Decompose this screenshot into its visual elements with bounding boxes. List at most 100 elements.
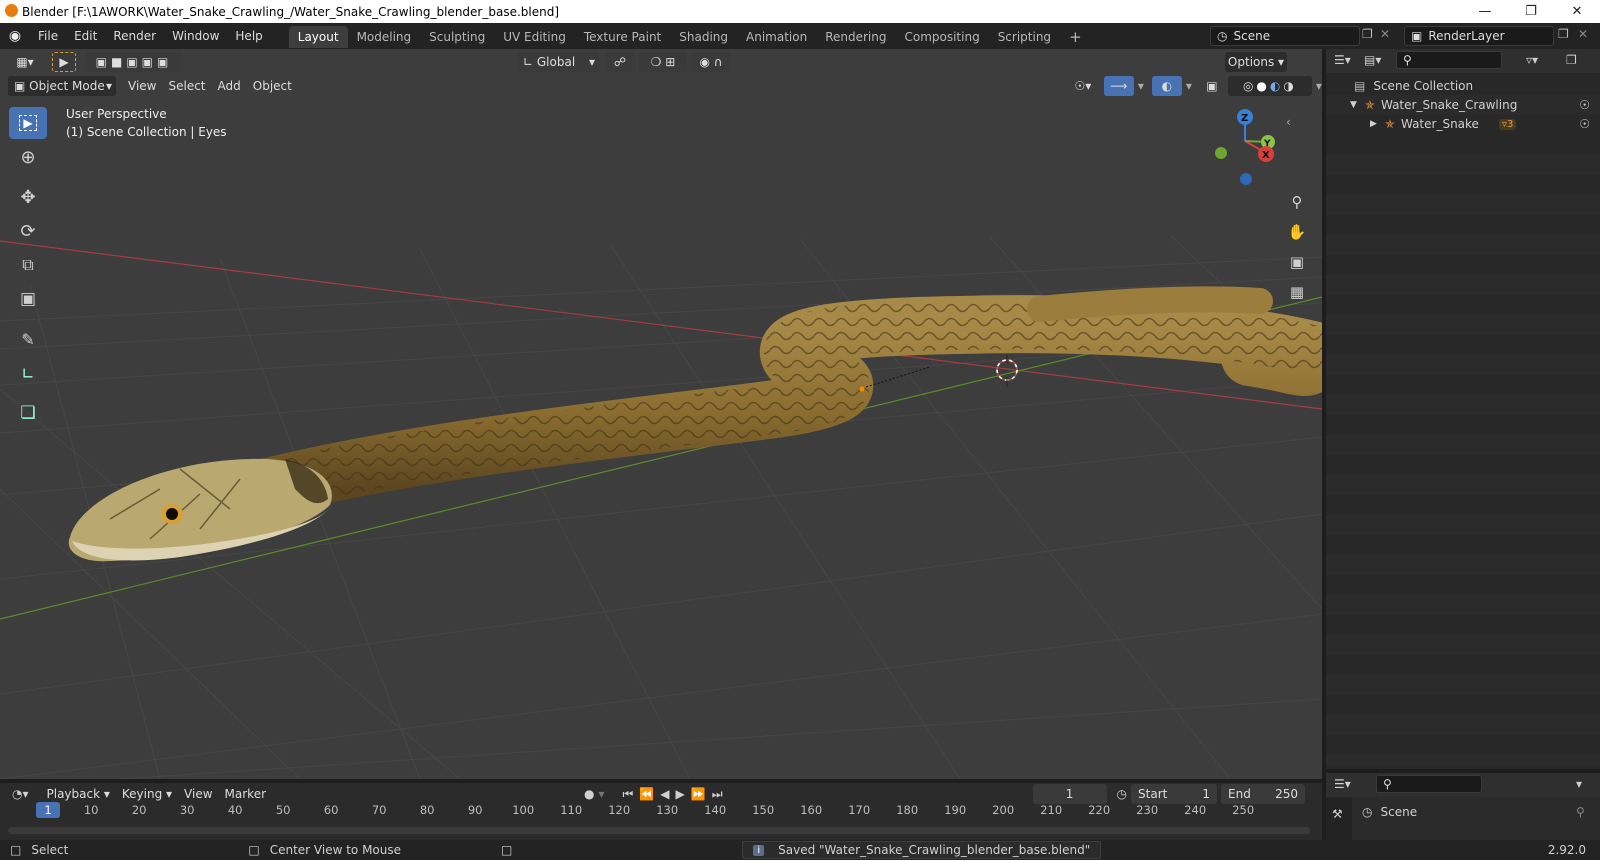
tab-scripting[interactable]: Scripting	[989, 26, 1060, 48]
menu-edit[interactable]: Edit	[66, 23, 105, 49]
cursor-tool[interactable]: ⊕	[9, 141, 47, 173]
blender-menu-icon[interactable]: ◉	[0, 28, 30, 44]
tab-rendering[interactable]: Rendering	[816, 26, 895, 48]
orientation-icon: ∟	[523, 55, 537, 69]
render-layer-selector[interactable]: ▣ RenderLayer	[1404, 26, 1554, 46]
menu-render[interactable]: Render	[105, 23, 164, 49]
sidebar-toggle-icon[interactable]: ‹	[1286, 115, 1291, 129]
xray-icon[interactable]: ▣	[1202, 76, 1222, 96]
timeline-tick: 60	[323, 803, 339, 817]
delete-scene-icon[interactable]: ✕	[1380, 27, 1390, 41]
tab-layout[interactable]: Layout	[288, 26, 348, 48]
menu-file[interactable]: File	[30, 23, 66, 49]
scale-icon: ⧉	[22, 255, 34, 274]
timeline-tick: 220	[1088, 803, 1111, 817]
select-tool-icon[interactable]: ▶	[52, 52, 76, 72]
outliner-row-water-snake[interactable]: ▶ ✯ Water_Snake ▿3 ☉	[1326, 114, 1600, 134]
new-layer-icon[interactable]: ❐	[1558, 27, 1569, 41]
timeline-tick: 50	[275, 803, 291, 817]
tab-sculpting[interactable]: Sculpting	[420, 26, 494, 48]
expand-down-icon[interactable]: ▼	[1350, 100, 1357, 110]
outliner-search-input[interactable]: ⚲	[1396, 51, 1502, 69]
menu-help[interactable]: Help	[227, 23, 270, 49]
timeline-panel: ◔▾ Playback ▾ Keying ▾ View Marker ● ▾ ⏮…	[0, 783, 1322, 840]
annotate-icon: ✎	[21, 329, 35, 349]
view-menu[interactable]: View	[122, 76, 162, 96]
armature-icon: ✯	[1364, 98, 1375, 112]
visibility-eye-icon[interactable]: ☉	[1579, 117, 1590, 131]
rotate-tool[interactable]: ⟳	[9, 215, 47, 247]
viewport-scene[interactable]: Z X Y	[0, 49, 1322, 779]
camera-view-icon[interactable]: ▣	[1284, 249, 1310, 275]
add-menu[interactable]: Add	[212, 76, 247, 96]
expand-right-icon[interactable]: ▶	[1370, 119, 1377, 129]
timeline-tick: 120	[608, 803, 631, 817]
overlays-dropdown-icon[interactable]: ▾	[1186, 79, 1192, 93]
tab-compositing[interactable]: Compositing	[895, 26, 988, 48]
scene-selector[interactable]: ◷ Scene	[1210, 26, 1360, 46]
perspective-toggle-icon[interactable]: ▦	[1284, 279, 1310, 305]
version-label: 2.92.0	[1547, 843, 1586, 857]
measure-tool[interactable]: ∟	[9, 357, 47, 389]
new-scene-icon[interactable]: ❐	[1362, 27, 1373, 41]
select-box-tool[interactable]: ▶	[9, 107, 47, 139]
tab-shading[interactable]: Shading	[670, 26, 737, 48]
menu-window[interactable]: Window	[164, 23, 227, 49]
shading-mode-icons[interactable]: ◎ ● ◐ ◑	[1227, 76, 1312, 96]
tab-texture-paint[interactable]: Texture Paint	[575, 26, 670, 48]
modifier-badge[interactable]: ▿3	[1498, 118, 1517, 130]
snake-model[interactable]	[68, 286, 1322, 562]
select-menu[interactable]: Select	[162, 76, 211, 96]
properties-search-input[interactable]: ⚲	[1376, 775, 1482, 793]
annotate-tool[interactable]: ✎	[9, 323, 47, 355]
object-mode-dropdown[interactable]: ▣ Object Mode ▾	[8, 76, 116, 96]
editor-type-icon[interactable]: ▦▾	[8, 52, 42, 72]
status-center-label: Center View to Mouse	[269, 843, 402, 857]
delete-layer-icon[interactable]: ✕	[1578, 27, 1588, 41]
info-icon: i	[753, 844, 765, 856]
options-dropdown[interactable]: Options ▾	[1225, 52, 1287, 72]
tab-uv-editing[interactable]: UV Editing	[494, 26, 575, 48]
timeline-tick: 160	[800, 803, 823, 817]
minimize-icon[interactable]: —	[1462, 0, 1508, 23]
move-tool[interactable]: ✥	[9, 181, 47, 213]
selection-mode-icons[interactable]: ▣■▣▣▣	[86, 52, 182, 72]
transform-tool[interactable]: ▣	[9, 283, 47, 315]
close-icon[interactable]: ✕	[1554, 0, 1600, 23]
zoom-icon[interactable]: ⚲	[1284, 189, 1310, 215]
viewport-3d[interactable]: Z X Y ▦▾ ▶ ▣■▣▣▣ ∟ Global ▾ ☍ ❍ ⊞ ◉ ∩ Opt…	[0, 49, 1322, 779]
gizmo-toggle-icon[interactable]: ⟶	[1103, 76, 1134, 96]
timeline-tick: 130	[656, 803, 679, 817]
shading-dropdown-icon[interactable]: ▾	[1316, 79, 1322, 93]
timeline-scrollbar[interactable]	[8, 827, 1310, 834]
gizmo-dropdown-icon[interactable]: ▾	[1138, 79, 1144, 93]
outliner-editor-icon[interactable]: ☰▾	[1334, 53, 1351, 67]
scale-tool[interactable]: ⧉	[9, 249, 47, 281]
add-workspace-icon[interactable]: +	[1060, 26, 1091, 48]
properties-dropdown-icon[interactable]: ▾	[1576, 777, 1582, 791]
tool-settings-icon[interactable]: ⚒	[1332, 807, 1343, 821]
timeline-tick: 210	[1040, 803, 1063, 817]
filter-icon[interactable]: ▿▾	[1526, 53, 1538, 67]
overlays-toggle-icon[interactable]: ◐	[1151, 76, 1182, 96]
properties-tabs: ⚒	[1326, 797, 1352, 840]
new-collection-icon[interactable]: ❐	[1566, 53, 1577, 67]
visibility-eye-icon[interactable]: ☉	[1579, 98, 1590, 112]
add-cube-tool[interactable]: ❏	[9, 397, 47, 429]
display-mode-icon[interactable]: ▤▾	[1364, 53, 1381, 67]
outliner-row-water-snake-crawling[interactable]: ▼ ✯ Water_Snake_Crawling ☉	[1326, 95, 1600, 115]
proportional-editing-icon[interactable]: ◉ ∩	[691, 52, 731, 72]
pan-hand-icon[interactable]: ✋	[1284, 219, 1310, 245]
timeline-tick: 170	[848, 803, 871, 817]
object-menu[interactable]: Object	[247, 76, 298, 96]
tab-animation[interactable]: Animation	[737, 26, 816, 48]
properties-editor-icon[interactable]: ☰▾	[1334, 777, 1351, 791]
maximize-icon[interactable]: ❐	[1508, 0, 1554, 23]
outliner-row-scene-collection[interactable]: ▤ Scene Collection	[1326, 76, 1600, 96]
pivot-point-icon[interactable]: ☍	[605, 52, 635, 72]
transform-orientation-dropdown[interactable]: ∟ Global ▾	[517, 52, 599, 72]
tab-modeling[interactable]: Modeling	[348, 26, 421, 48]
visibility-icon[interactable]: ☉▾	[1068, 76, 1098, 96]
pin-icon[interactable]: ⚲	[1576, 805, 1585, 819]
snapping-icon[interactable]: ❍ ⊞	[639, 52, 687, 72]
